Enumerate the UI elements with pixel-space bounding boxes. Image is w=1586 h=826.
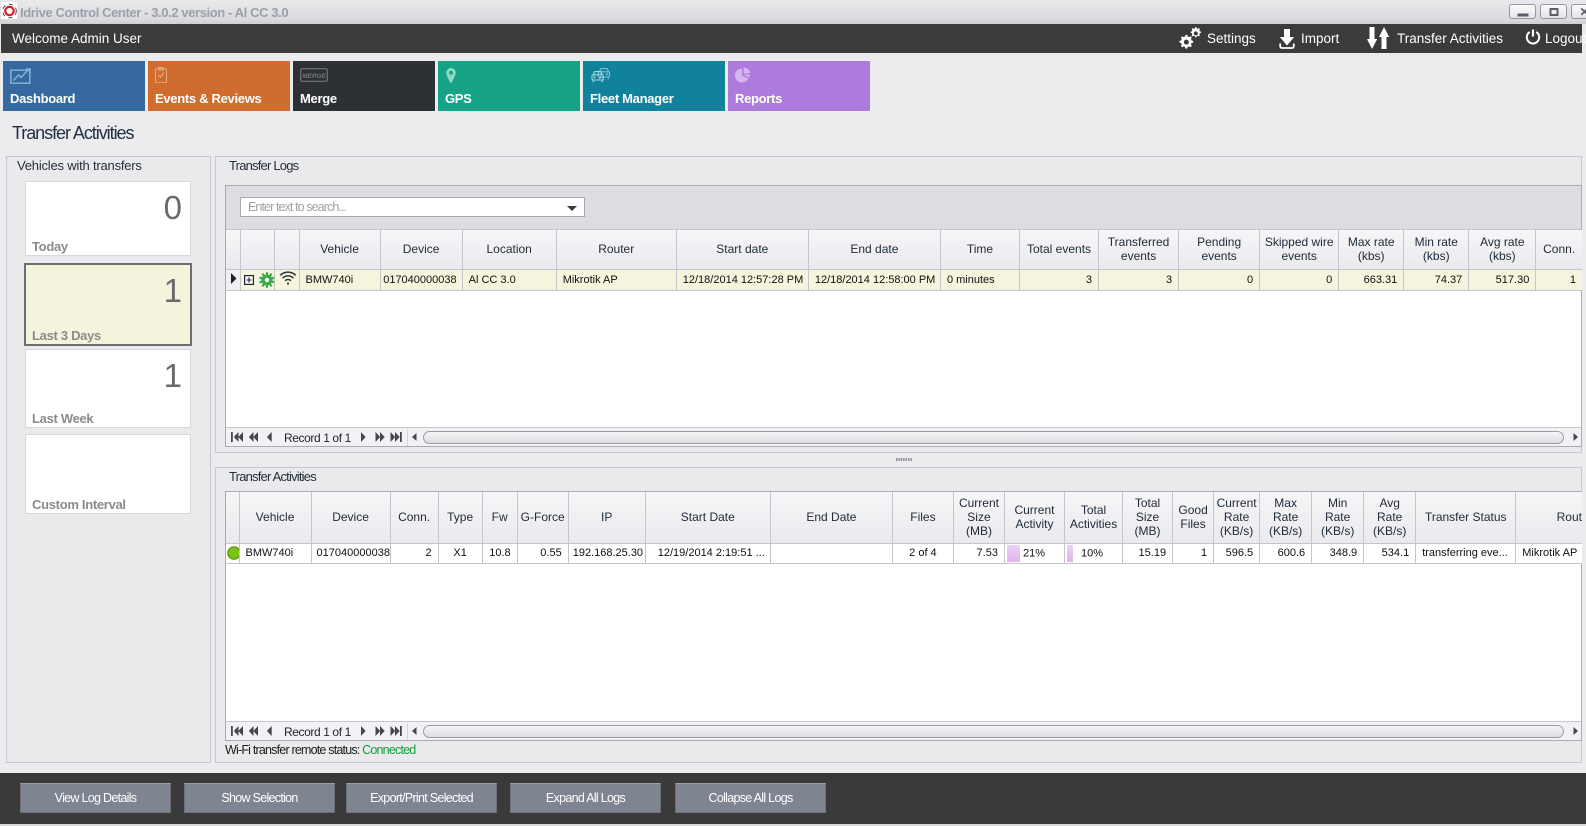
svg-text:MERGE: MERGE (302, 73, 326, 80)
